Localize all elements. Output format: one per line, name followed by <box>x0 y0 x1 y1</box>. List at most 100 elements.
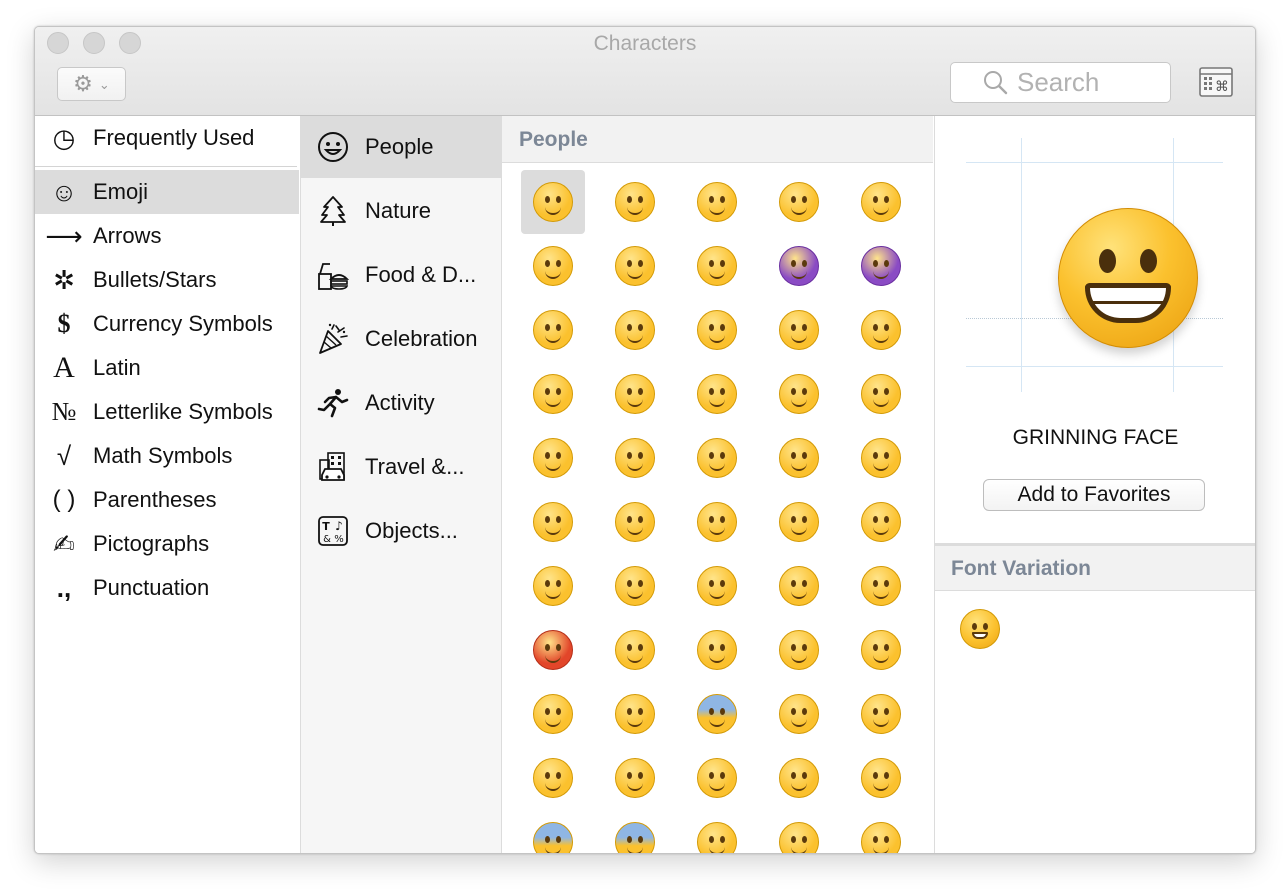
angry-face-icon[interactable] <box>849 554 913 618</box>
smiling-face-with-sunglasses-icon[interactable] <box>603 362 667 426</box>
subcategory-travel-places[interactable]: Travel &... <box>301 436 501 498</box>
grimacing-face-icon[interactable] <box>603 746 667 810</box>
hushed-face-icon[interactable] <box>849 746 913 810</box>
glyph-preview <box>966 138 1223 392</box>
smiling-face-with-horns-icon[interactable] <box>767 234 831 298</box>
tired-face-icon[interactable] <box>521 746 585 810</box>
sleepy-face-icon[interactable] <box>849 682 913 746</box>
flushed-face-icon[interactable] <box>767 810 831 853</box>
sleeping-face-icon[interactable] <box>849 810 913 853</box>
subcategory-label: Food & D... <box>365 262 477 287</box>
face-with-tears-of-joy-icon[interactable] <box>685 170 749 234</box>
pensive-face-icon[interactable] <box>685 426 749 490</box>
smiley-icon <box>301 131 365 163</box>
kissing-face-with-closed-eyes-icon[interactable] <box>767 490 831 554</box>
face-with-open-mouth-icon[interactable] <box>767 746 831 810</box>
subcategory-activity[interactable]: Activity <box>301 372 501 434</box>
face-with-cold-sweat-icon[interactable] <box>603 426 667 490</box>
subcategory-people[interactable]: People <box>301 116 501 178</box>
weary-face-icon[interactable] <box>767 682 831 746</box>
face-savouring-delicious-food-icon[interactable] <box>767 298 831 362</box>
character-name: GRINNING FACE <box>1012 426 1179 449</box>
anguished-face-icon[interactable] <box>603 682 667 746</box>
disappointed-but-relieved-face-icon[interactable] <box>849 618 913 682</box>
worried-face-icon[interactable] <box>767 554 831 618</box>
face-throwing-a-kiss-icon[interactable] <box>603 490 667 554</box>
kissing-face-icon[interactable] <box>521 490 585 554</box>
smiling-face-with-halo-icon[interactable] <box>685 234 749 298</box>
smiling-face-with-open-mouth-and-smiling-eyes-icon[interactable] <box>849 170 913 234</box>
category-math-symbols[interactable]: √ Math Symbols <box>35 434 299 478</box>
smiling-face-with-smiling-eyes-icon[interactable] <box>603 298 667 362</box>
category-latin[interactable]: A Latin <box>35 346 299 390</box>
grid-section-heading: People <box>502 116 933 163</box>
fearful-face-icon[interactable] <box>685 682 749 746</box>
add-to-favorites-button[interactable]: Add to Favorites <box>983 479 1205 511</box>
subcategory-food-drink[interactable]: Food & D... <box>301 244 501 306</box>
category-label: Emoji <box>93 179 149 204</box>
action-menu-button[interactable]: ⚙ ⌄ <box>57 67 126 101</box>
confounded-face-icon[interactable] <box>849 426 913 490</box>
face-with-open-mouth-and-cold-sweat-icon[interactable] <box>521 810 585 853</box>
imp-icon[interactable] <box>849 234 913 298</box>
category-letterlike-symbols[interactable]: № Letterlike Symbols <box>35 390 299 434</box>
face-with-stuck-out-tongue-icon[interactable] <box>849 490 913 554</box>
title-bar: Characters ⚙ ⌄ ⌘ <box>35 27 1255 116</box>
confused-face-icon[interactable] <box>767 426 831 490</box>
smiley-icon: ☺ <box>50 176 78 207</box>
category-punctuation[interactable]: ., Punctuation <box>35 566 299 610</box>
font-variation-grinning-face-icon[interactable] <box>960 609 1000 649</box>
frowning-face-with-open-mouth-icon[interactable] <box>521 682 585 746</box>
astonished-face-icon[interactable] <box>685 810 749 853</box>
buildings-car-icon <box>301 451 365 483</box>
emoji-grid-panel: People <box>502 116 933 853</box>
loudly-crying-face-icon[interactable] <box>685 746 749 810</box>
subcategory-objects-symbols[interactable]: T ♪ &% Objects... <box>301 500 501 562</box>
category-currency-symbols[interactable]: $ Currency Symbols <box>35 302 299 346</box>
category-label: Math Symbols <box>93 443 233 468</box>
category-emoji[interactable]: ☺ Emoji <box>35 170 299 214</box>
subcategory-label: Activity <box>365 390 435 415</box>
divider <box>35 166 297 167</box>
subcategory-label: People <box>365 134 434 159</box>
subcategory-nature[interactable]: Nature <box>301 180 501 242</box>
emoji-grid <box>502 163 933 853</box>
face-with-stuck-out-tongue-and-winking-eye-icon[interactable] <box>521 554 585 618</box>
svg-text:♪: ♪ <box>335 519 343 533</box>
category-parentheses[interactable]: ( ) Parentheses <box>35 478 299 522</box>
white-smiling-face-icon[interactable] <box>685 298 749 362</box>
smiling-face-with-heart-shaped-eyes-icon[interactable] <box>521 362 585 426</box>
relieved-face-icon[interactable] <box>849 298 913 362</box>
search-field[interactable] <box>950 62 1171 103</box>
face-with-stuck-out-tongue-and-tightly-closed-eyes-icon[interactable] <box>603 554 667 618</box>
subcategory-celebration[interactable]: Celebration <box>301 308 501 370</box>
grimacing-face-icon[interactable] <box>603 170 667 234</box>
category-label: Punctuation <box>93 575 210 600</box>
neutral-face-icon[interactable] <box>767 362 831 426</box>
category-arrows[interactable]: ⟶ Arrows <box>35 214 299 258</box>
parentheses-icon: ( ) <box>52 486 76 513</box>
category-label: Letterlike Symbols <box>93 399 273 424</box>
expressionless-face-icon[interactable] <box>849 362 913 426</box>
persevering-face-icon[interactable] <box>685 618 749 682</box>
pouting-face-icon[interactable] <box>521 618 585 682</box>
winking-face-icon[interactable] <box>521 298 585 362</box>
smirking-face-icon[interactable] <box>685 362 749 426</box>
face-with-look-of-triumph-icon[interactable] <box>767 618 831 682</box>
crying-face-icon[interactable] <box>603 618 667 682</box>
category-frequently-used[interactable]: ◷ Frequently Used <box>35 116 299 160</box>
face-screaming-in-fear-icon[interactable] <box>603 810 667 853</box>
disappointed-face-icon[interactable] <box>685 554 749 618</box>
category-label: Currency Symbols <box>93 311 273 336</box>
grinning-face-icon[interactable] <box>521 170 585 234</box>
smiling-face-with-open-mouth-icon[interactable] <box>767 170 831 234</box>
character-viewer-icon[interactable]: ⌘ <box>1199 67 1233 97</box>
subcategory-label: Travel &... <box>365 454 465 479</box>
kissing-face-with-smiling-eyes-icon[interactable] <box>685 490 749 554</box>
category-pictographs[interactable]: ✍ Pictographs <box>35 522 299 566</box>
unamused-face-icon[interactable] <box>521 426 585 490</box>
category-bullets-stars[interactable]: ✲ Bullets/Stars <box>35 258 299 302</box>
smiling-face-with-open-mouth-and-tightly-closed-eyes-icon[interactable] <box>603 234 667 298</box>
smiling-face-with-open-mouth-and-cold-sweat-icon[interactable] <box>521 234 585 298</box>
search-input[interactable] <box>1017 67 1167 98</box>
